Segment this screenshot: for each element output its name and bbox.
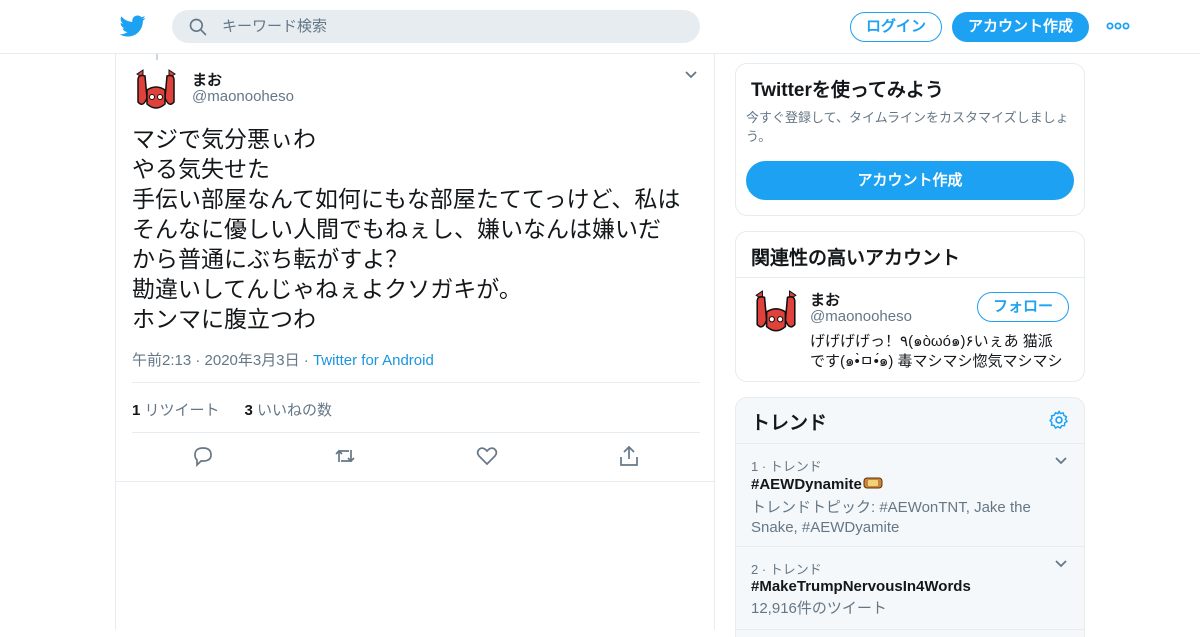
related-account-name[interactable]: まお: [810, 289, 840, 310]
tweet-line: マジで気分悪ぃわ: [132, 126, 316, 152]
signup-card-button[interactable]: アカウント作成: [746, 161, 1074, 200]
twitter-bird-icon[interactable]: [120, 13, 146, 39]
chevron-down-icon[interactable]: [1054, 559, 1068, 569]
author-name[interactable]: まお: [192, 69, 222, 90]
login-button[interactable]: ログイン: [850, 12, 942, 42]
likes-stat[interactable]: 3 いいねの数: [245, 402, 333, 419]
tweet-timestamp[interactable]: 午前2:13 · 2020年3月3日: [132, 352, 300, 369]
avatar[interactable]: [752, 289, 800, 337]
trend-item[interactable]: 1 · トレンド #AEWDynamite トレンドトピック: #AEWonTN…: [736, 444, 1084, 546]
likes-count: 3: [244, 402, 253, 419]
bio-line: げげげげっ！٩(๑òωó๑)۶いぇあ 猫派: [810, 333, 1053, 350]
trend-tweet-count: 12,916件のツイート: [751, 600, 887, 617]
tweet-line: ホンマに腹立つわ: [132, 306, 316, 332]
related-account-bio: げげげげっ！٩(๑òωó๑)۶いぇあ 猫派 です(๑•̀ㅁ•́๑) 毒マシマシ惚…: [810, 332, 1080, 372]
divider: [132, 382, 700, 383]
related-accounts-title: 関連性の高いアカウント: [751, 248, 961, 269]
search-input[interactable]: [222, 10, 682, 43]
tweet-stats: 1 リツイート 3 いいねの数: [132, 399, 332, 420]
top-bar: ログイン アカウント作成: [0, 0, 1200, 54]
tweet-meta: 午前2:13 · 2020年3月3日 · Twitter for Android: [132, 349, 434, 370]
bio-line: です(๑•̀ㅁ•́๑) 毒マシマシ惚気マシマシ: [810, 353, 1063, 370]
trends-card: トレンド 1 · トレンド #AEWDynamite トレンドトピック: #AE…: [735, 397, 1085, 637]
retweets-stat[interactable]: 1 リツイート: [132, 402, 220, 419]
trend-name[interactable]: #AEWDynamite: [751, 476, 883, 493]
likes-label: いいねの数: [252, 402, 333, 419]
chevron-down-icon[interactable]: [684, 70, 698, 80]
tweet-line: から普通にぶち転がすよ？: [132, 246, 409, 272]
trends-title: トレンド: [751, 413, 828, 434]
signup-card: Twitterを使ってみよう 今すぐ登録して、タイムラインをカスタマイズしましょ…: [735, 63, 1085, 216]
trend-item[interactable]: 2 · トレンド #MakeTrumpNervousIn4Words 12,91…: [736, 547, 1084, 629]
reply-icon[interactable]: [191, 444, 215, 468]
search-icon: [189, 18, 207, 36]
aew-emoji-icon: [863, 477, 883, 489]
divider: [736, 277, 1084, 278]
tweet-text: マジで気分悪ぃわ やる気失せた 手伝い部屋なんて如何にもな部屋たててっけど、私は…: [132, 124, 707, 334]
tweet-source-link[interactable]: Twitter for Android: [313, 352, 434, 369]
signup-button[interactable]: アカウント作成: [952, 12, 1089, 42]
trend-rank: 2 · トレンド: [751, 562, 822, 577]
avatar[interactable]: [133, 68, 179, 114]
signup-card-description: 今すぐ登録して、タイムラインをカスタマイズしましょう。: [746, 110, 1069, 144]
trend-name[interactable]: #MakeTrumpNervousIn4Words: [751, 578, 971, 595]
trend-rank: 1 · トレンド: [751, 459, 822, 474]
trend-description: トレンドトピック: #AEWonTNT, Jake the Snake, #AE…: [751, 499, 1031, 536]
more-options-icon[interactable]: [1106, 19, 1130, 33]
like-icon[interactable]: [475, 444, 499, 468]
share-icon[interactable]: [617, 444, 641, 468]
tweet-line: そんなに優しい人間でもねぇし、嫌いなんは嫌いだ: [132, 216, 661, 242]
gear-icon[interactable]: [1048, 409, 1070, 431]
meta-separator: ·: [299, 352, 313, 369]
thread-line: [156, 54, 158, 60]
tweet-line: やる気失せた: [132, 156, 270, 182]
retweets-label: リツイート: [140, 402, 220, 419]
tweet-line: 手伝い部屋なんて如何にもな部屋たててっけど、私は: [132, 186, 681, 212]
search-box[interactable]: [172, 10, 700, 43]
related-accounts-card: 関連性の高いアカウント まお @maonooheso フォロー げげげげっ！٩(…: [735, 231, 1085, 382]
tweet-line: 勘違いしてんじゃねぇよクソガキが。: [132, 276, 522, 302]
follow-button[interactable]: フォロー: [977, 292, 1069, 322]
chevron-down-icon[interactable]: [1054, 456, 1068, 466]
related-account-handle[interactable]: @maonooheso: [810, 308, 912, 325]
tweet-detail: まお @maonooheso マジで気分悪ぃわ やる気失せた 手伝い部屋なんて如…: [115, 54, 715, 630]
divider: [132, 432, 700, 433]
divider: [116, 481, 714, 482]
retweet-icon[interactable]: [333, 444, 357, 468]
signup-card-title: Twitterを使ってみよう: [751, 80, 944, 101]
author-handle[interactable]: @maonooheso: [192, 88, 294, 105]
tweet-actions: [116, 444, 716, 470]
trend-name-text: #AEWDynamite: [751, 476, 862, 493]
